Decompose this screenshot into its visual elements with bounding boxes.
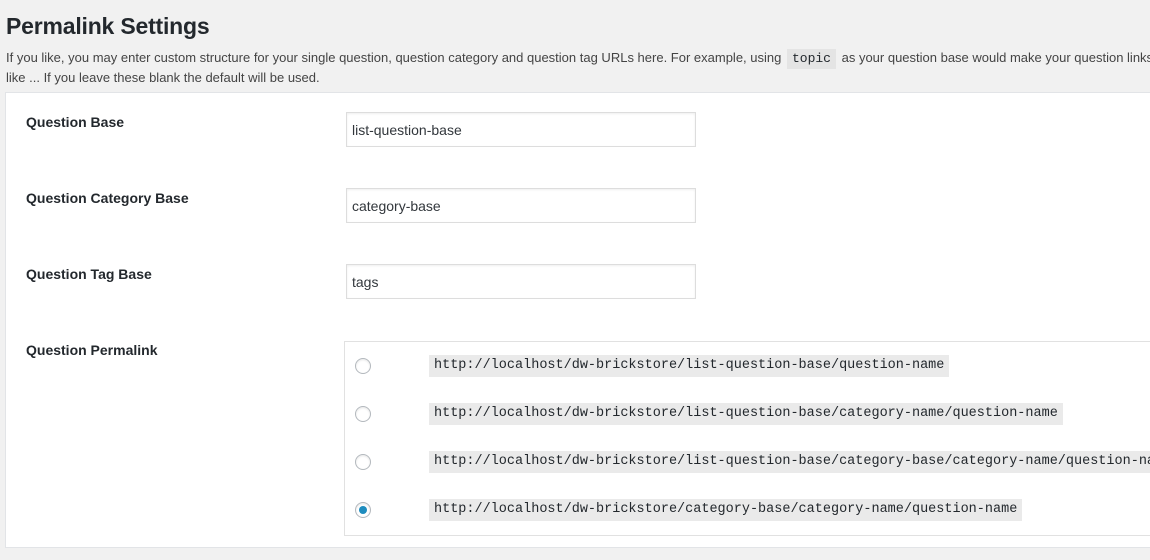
question-tag-base-input[interactable]	[346, 264, 696, 299]
question-category-base-label: Question Category Base	[26, 190, 189, 206]
question-base-label: Question Base	[26, 114, 125, 130]
permalink-option-radio[interactable]	[355, 454, 371, 470]
permalink-option-code: http://localhost/dw-brickstore/list-ques…	[429, 355, 950, 377]
question-category-base-input[interactable]	[346, 188, 696, 223]
question-tag-base-label: Question Tag Base	[26, 266, 152, 282]
intro-code-topic: topic	[786, 49, 836, 69]
page-title: Permalink Settings	[6, 13, 210, 39]
question-permalink-label: Question Permalink	[26, 342, 158, 358]
permalink-option-code: http://localhost/dw-brickstore/list-ques…	[429, 403, 1063, 425]
permalink-option-code: http://localhost/dw-brickstore/category-…	[429, 499, 1023, 521]
question-base-input[interactable]	[346, 112, 696, 147]
permalink-option-code: http://localhost/dw-brickstore/list-ques…	[429, 451, 1150, 473]
intro-text-before: If you like, you may enter custom struct…	[6, 50, 785, 65]
permalink-option-row[interactable]: http://localhost/dw-brickstore/category-…	[355, 498, 1023, 522]
permalink-option-row[interactable]: http://localhost/dw-brickstore/list-ques…	[355, 354, 950, 378]
permalink-option-radio[interactable]	[355, 358, 371, 374]
permalink-option-radio[interactable]	[355, 502, 371, 518]
permalink-option-row[interactable]: http://localhost/dw-brickstore/list-ques…	[355, 402, 1063, 426]
permalink-option-radio[interactable]	[355, 406, 371, 422]
permalink-option-row[interactable]: http://localhost/dw-brickstore/list-ques…	[355, 450, 1150, 474]
intro-text: If you like, you may enter custom struct…	[6, 48, 1150, 87]
question-permalink-options: http://localhost/dw-brickstore/list-ques…	[344, 341, 1150, 536]
